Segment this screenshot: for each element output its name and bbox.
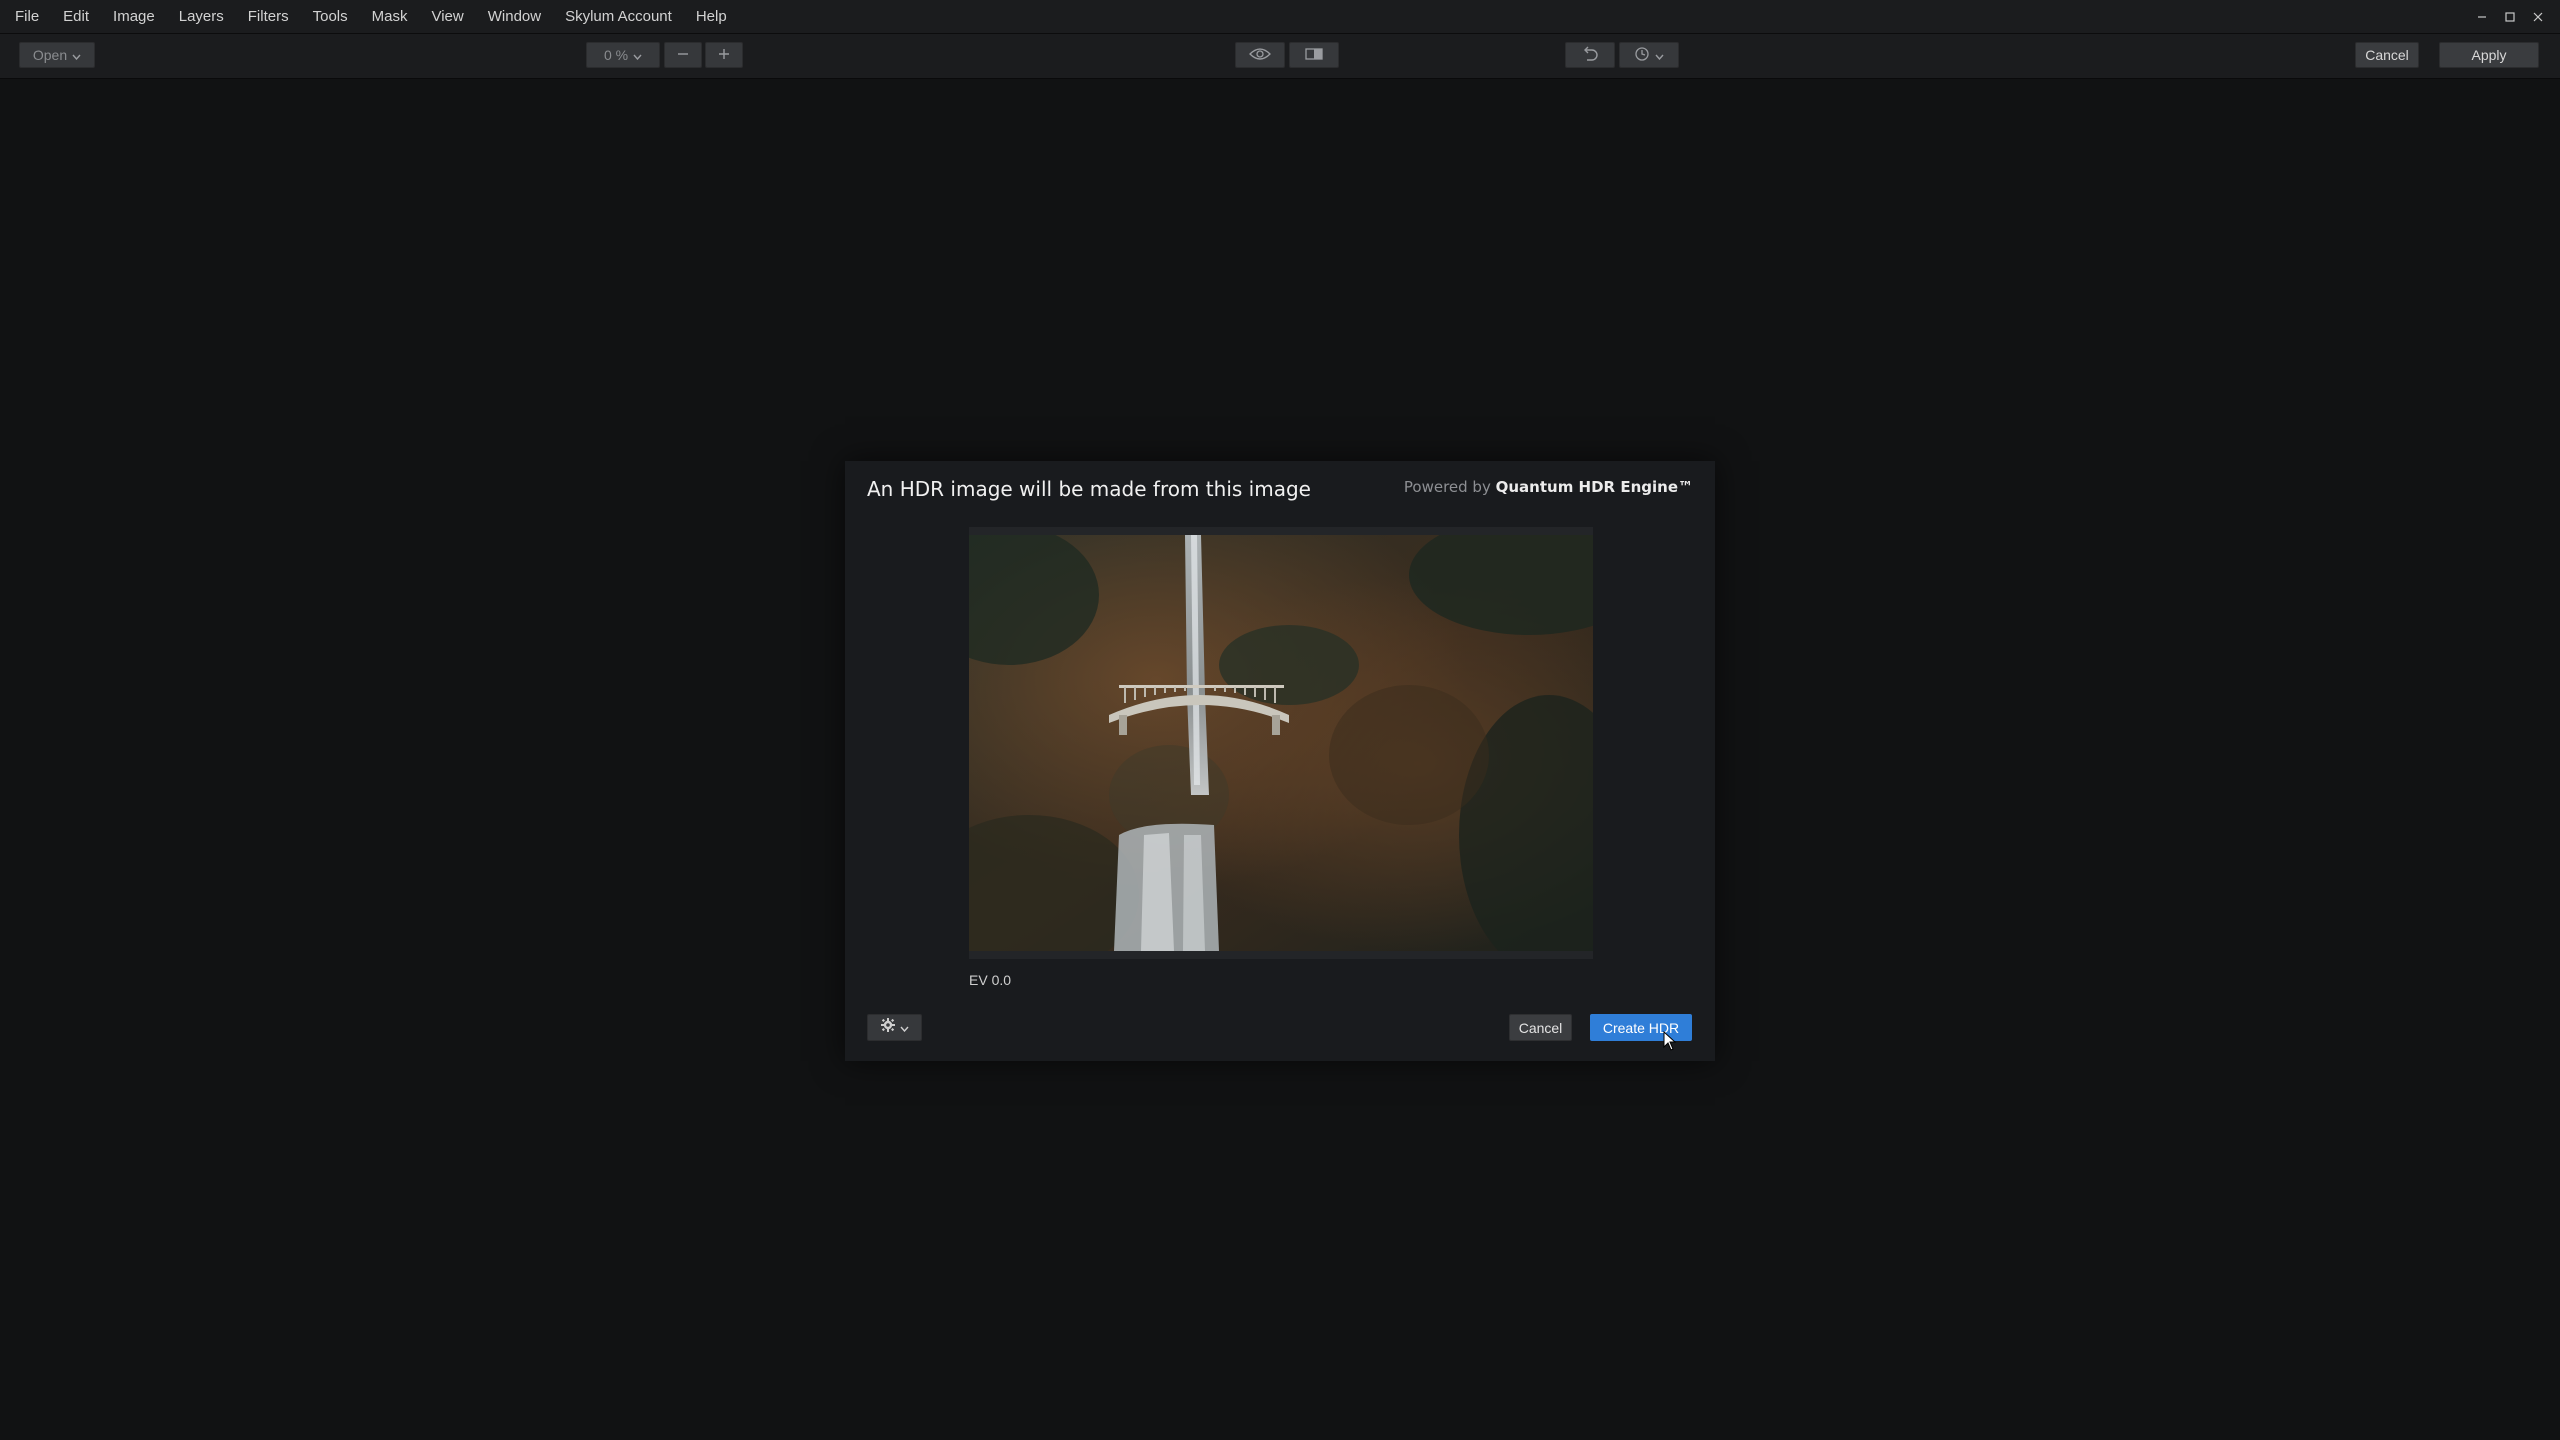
menu-tools[interactable]: Tools bbox=[301, 0, 360, 33]
dialog-title: An HDR image will be made from this imag… bbox=[867, 477, 1311, 501]
maximize-icon[interactable] bbox=[2496, 0, 2524, 33]
undo-button[interactable] bbox=[1565, 42, 1615, 68]
toolbar-cancel-label: Cancel bbox=[2365, 47, 2409, 63]
undo-icon bbox=[1581, 46, 1599, 65]
preview-toggle-button[interactable] bbox=[1235, 42, 1285, 68]
zoom-in-button[interactable] bbox=[705, 42, 743, 68]
menu-skylum-account[interactable]: Skylum Account bbox=[553, 0, 684, 33]
menu-help[interactable]: Help bbox=[684, 0, 739, 33]
settings-button[interactable] bbox=[867, 1014, 922, 1041]
ev-label: EV 0.0 bbox=[969, 972, 1012, 988]
powered-by: Powered by Quantum HDR Engine™ bbox=[1404, 478, 1693, 496]
window-controls bbox=[2468, 0, 2552, 33]
compare-button[interactable] bbox=[1289, 42, 1339, 68]
eye-icon bbox=[1249, 47, 1271, 64]
history-icon bbox=[1634, 46, 1650, 65]
dialog-cancel-label: Cancel bbox=[1518, 1019, 1563, 1036]
image-preview-frame bbox=[969, 527, 1593, 959]
zoom-value: 0 % bbox=[603, 47, 629, 63]
engine-brand: Quantum HDR Engine™ bbox=[1495, 478, 1693, 496]
minus-icon bbox=[676, 47, 690, 64]
dialog-cancel-button[interactable]: Cancel bbox=[1509, 1014, 1572, 1041]
open-label: Open bbox=[32, 47, 68, 63]
waterfall-photo bbox=[969, 535, 1593, 951]
chevron-down-icon bbox=[633, 47, 642, 63]
hdr-dialog: An HDR image will be made from this imag… bbox=[845, 461, 1715, 1061]
plus-icon bbox=[717, 47, 731, 64]
zoom-select[interactable]: 0 % bbox=[586, 42, 660, 68]
menu-filters[interactable]: Filters bbox=[236, 0, 301, 33]
toolbar: Open 0 % Cancel Apply bbox=[0, 34, 2560, 79]
close-icon[interactable] bbox=[2524, 0, 2552, 33]
menu-mask[interactable]: Mask bbox=[360, 0, 420, 33]
open-button[interactable]: Open bbox=[19, 42, 95, 68]
mouse-cursor-icon bbox=[1663, 1030, 1677, 1056]
menu-image[interactable]: Image bbox=[101, 0, 167, 33]
chevron-down-icon bbox=[1655, 47, 1664, 63]
history-button[interactable] bbox=[1619, 42, 1679, 68]
menu-bar: File Edit Image Layers Filters Tools Mas… bbox=[0, 0, 2560, 34]
menu-window[interactable]: Window bbox=[476, 0, 553, 33]
app-window: File Edit Image Layers Filters Tools Mas… bbox=[0, 0, 2560, 1440]
chevron-down-icon bbox=[72, 47, 81, 63]
minimize-icon[interactable] bbox=[2468, 0, 2496, 33]
menu-layers[interactable]: Layers bbox=[167, 0, 236, 33]
menu-edit[interactable]: Edit bbox=[51, 0, 101, 33]
compare-icon bbox=[1304, 47, 1324, 64]
powered-prefix: Powered by bbox=[1403, 478, 1491, 496]
toolbar-cancel-button[interactable]: Cancel bbox=[2355, 42, 2419, 68]
gear-icon bbox=[880, 1017, 896, 1038]
menu-view[interactable]: View bbox=[419, 0, 475, 33]
chevron-down-icon bbox=[900, 1019, 909, 1037]
menu-file[interactable]: File bbox=[0, 0, 51, 33]
apply-button[interactable]: Apply bbox=[2439, 42, 2539, 68]
zoom-out-button[interactable] bbox=[664, 42, 702, 68]
apply-label: Apply bbox=[2471, 47, 2507, 63]
